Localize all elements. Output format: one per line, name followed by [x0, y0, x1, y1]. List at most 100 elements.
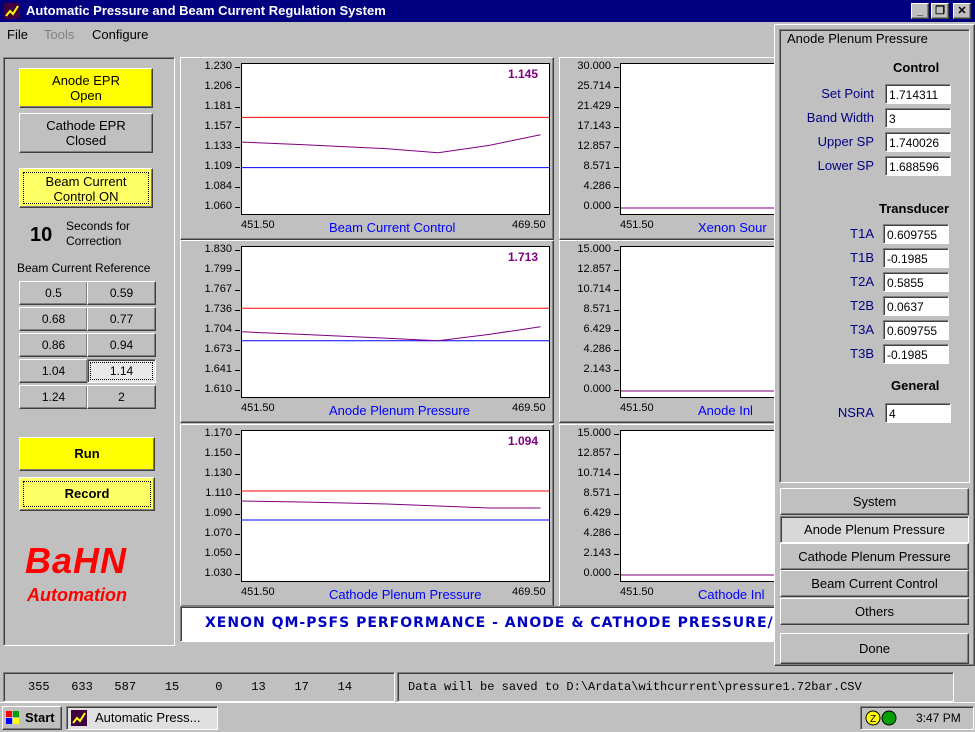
task-button[interactable]: Automatic Press... [66, 706, 218, 730]
nav-beam-current-button[interactable]: Beam Current Control [780, 570, 969, 597]
set-point-label: Set Point [821, 86, 874, 101]
t1a-field[interactable]: 0.609755 [883, 224, 949, 244]
chart-title: Cathode Plenum Pressure [329, 587, 482, 602]
upper-sp-field[interactable]: 1.740026 [885, 132, 951, 152]
y-tick-label: 1.170 [204, 427, 232, 439]
chart-title: Anode Plenum Pressure [329, 403, 470, 418]
set-point-field[interactable]: 1.714311 [885, 84, 951, 104]
x-min-label: 451.50 [241, 219, 275, 231]
y-tick-label: 21.429 [577, 100, 611, 112]
y-tick-mark [235, 474, 240, 475]
status-numbers-box: 355 633 587 15 0 13 17 14 [3, 672, 395, 702]
chart-current-value: 1.094 [508, 434, 539, 448]
t1b-label: T1B [850, 250, 874, 265]
y-tick-label: 0.000 [583, 567, 611, 579]
y-tick-label: 4.286 [583, 180, 611, 192]
transducer-heading: Transducer [879, 201, 950, 216]
data-series-line [242, 134, 541, 154]
control-heading: Control [893, 60, 940, 75]
t1a-label: T1A [850, 226, 874, 241]
y-tick-label: 1.830 [204, 243, 232, 255]
y-tick-mark [235, 250, 240, 251]
y-tick-mark [235, 147, 240, 148]
y-tick-mark [235, 574, 240, 575]
y-tick-mark [235, 187, 240, 188]
y-tick-mark [614, 370, 619, 371]
y-tick-mark [235, 534, 240, 535]
t1b-field[interactable]: -0.1985 [883, 248, 949, 268]
status-numbers: 355 633 587 15 0 13 17 14 [28, 680, 353, 694]
nav-anode-plenum-button[interactable]: Anode Plenum Pressure [780, 516, 969, 543]
start-label: Start [25, 710, 55, 725]
y-tick-mark [235, 390, 240, 391]
done-button[interactable]: Done [780, 633, 969, 664]
nav-others-button[interactable]: Others [780, 598, 969, 625]
y-tick-mark [235, 167, 240, 168]
y-tick-mark [614, 454, 619, 455]
nsra-label: NSRA [837, 405, 874, 420]
y-tick-label: 25.714 [577, 80, 611, 92]
chart-plot-area [620, 63, 779, 215]
chart-panel: 1.170 1.150 1.130 1.110 1.090 1.070 1.050 1.030… [180, 424, 554, 607]
chart-plot-area [241, 430, 550, 582]
y-tick-label: 1.157 [204, 120, 232, 132]
y-tick-mark [235, 270, 240, 271]
y-tick-label: 6.429 [583, 507, 611, 519]
settings-panel: Anode Plenum Pressure Control Set Point … [774, 24, 975, 666]
settings-title: Anode Plenum Pressure [787, 31, 928, 46]
y-tick-label: 1.799 [204, 263, 232, 275]
chart-svg [242, 490, 549, 521]
nav-cathode-plenum-button[interactable]: Cathode Plenum Pressure [780, 543, 969, 570]
chart-title: Xenon Sour [698, 220, 767, 235]
y-tick-mark [614, 514, 619, 515]
y-tick-label: 1.090 [204, 507, 232, 519]
band-width-field[interactable]: 3 [885, 108, 951, 128]
status-message: Data will be saved to D:\Ardata\withcurr… [408, 680, 862, 694]
chart-plot-area [241, 246, 550, 398]
t3a-field[interactable]: 0.609755 [883, 320, 949, 340]
y-tick-label: 15.000 [577, 243, 611, 255]
y-tick-mark [235, 87, 240, 88]
y-tick-mark [235, 107, 240, 108]
y-tick-label: 1.070 [204, 527, 232, 539]
y-tick-mark [235, 370, 240, 371]
y-tick-label: 1.736 [204, 303, 232, 315]
y-tick-label: 1.060 [204, 200, 232, 212]
data-series-line [242, 500, 541, 509]
lower-sp-field[interactable]: 1.688596 [885, 156, 951, 176]
clock: 3:47 PM [916, 711, 961, 725]
y-tick-mark [614, 270, 619, 271]
y-tick-mark [614, 554, 619, 555]
y-tick-label: 1.150 [204, 447, 232, 459]
y-tick-label: 10.714 [577, 467, 611, 479]
y-tick-mark [614, 574, 619, 575]
y-tick-label: 8.571 [583, 160, 611, 172]
chart-panel: 15.000 12.857 10.714 8.571 6.429 4.286 2.143 0.… [559, 240, 780, 423]
y-tick-mark [614, 167, 619, 168]
y-tick-mark [614, 127, 619, 128]
y-tick-label: 1.110 [205, 487, 232, 499]
chart-panel: 1.830 1.799 1.767 1.736 1.704 1.673 1.641 1.610… [180, 240, 554, 423]
y-tick-label: 30.000 [577, 60, 611, 72]
y-tick-label: 1.641 [204, 363, 232, 375]
status-message-box: Data will be saved to D:\Ardata\withcurr… [397, 672, 954, 702]
tray-icons[interactable]: Z [865, 709, 897, 727]
t2a-field[interactable]: 0.5855 [883, 272, 949, 292]
t3b-field[interactable]: -0.1985 [883, 344, 949, 364]
y-tick-mark [235, 207, 240, 208]
x-min-label: 451.50 [241, 402, 275, 414]
y-tick-label: 2.143 [583, 363, 611, 375]
windows-logo-icon [6, 711, 20, 724]
t2b-field[interactable]: 0.0637 [883, 296, 949, 316]
y-tick-mark [614, 207, 619, 208]
nav-system-button[interactable]: System [780, 488, 969, 515]
banner-text: XENON QM-PSFS PERFORMANCE - ANODE & CATH… [205, 615, 774, 631]
chart-title: Beam Current Control [329, 220, 456, 235]
start-button[interactable]: Start [2, 706, 62, 730]
y-tick-label: 4.286 [583, 527, 611, 539]
chart-current-value: 1.145 [508, 67, 539, 81]
nsra-field[interactable]: 4 [885, 403, 951, 423]
y-tick-mark [614, 107, 619, 108]
y-tick-label: 1.130 [204, 467, 232, 479]
app-task-icon [71, 710, 87, 726]
